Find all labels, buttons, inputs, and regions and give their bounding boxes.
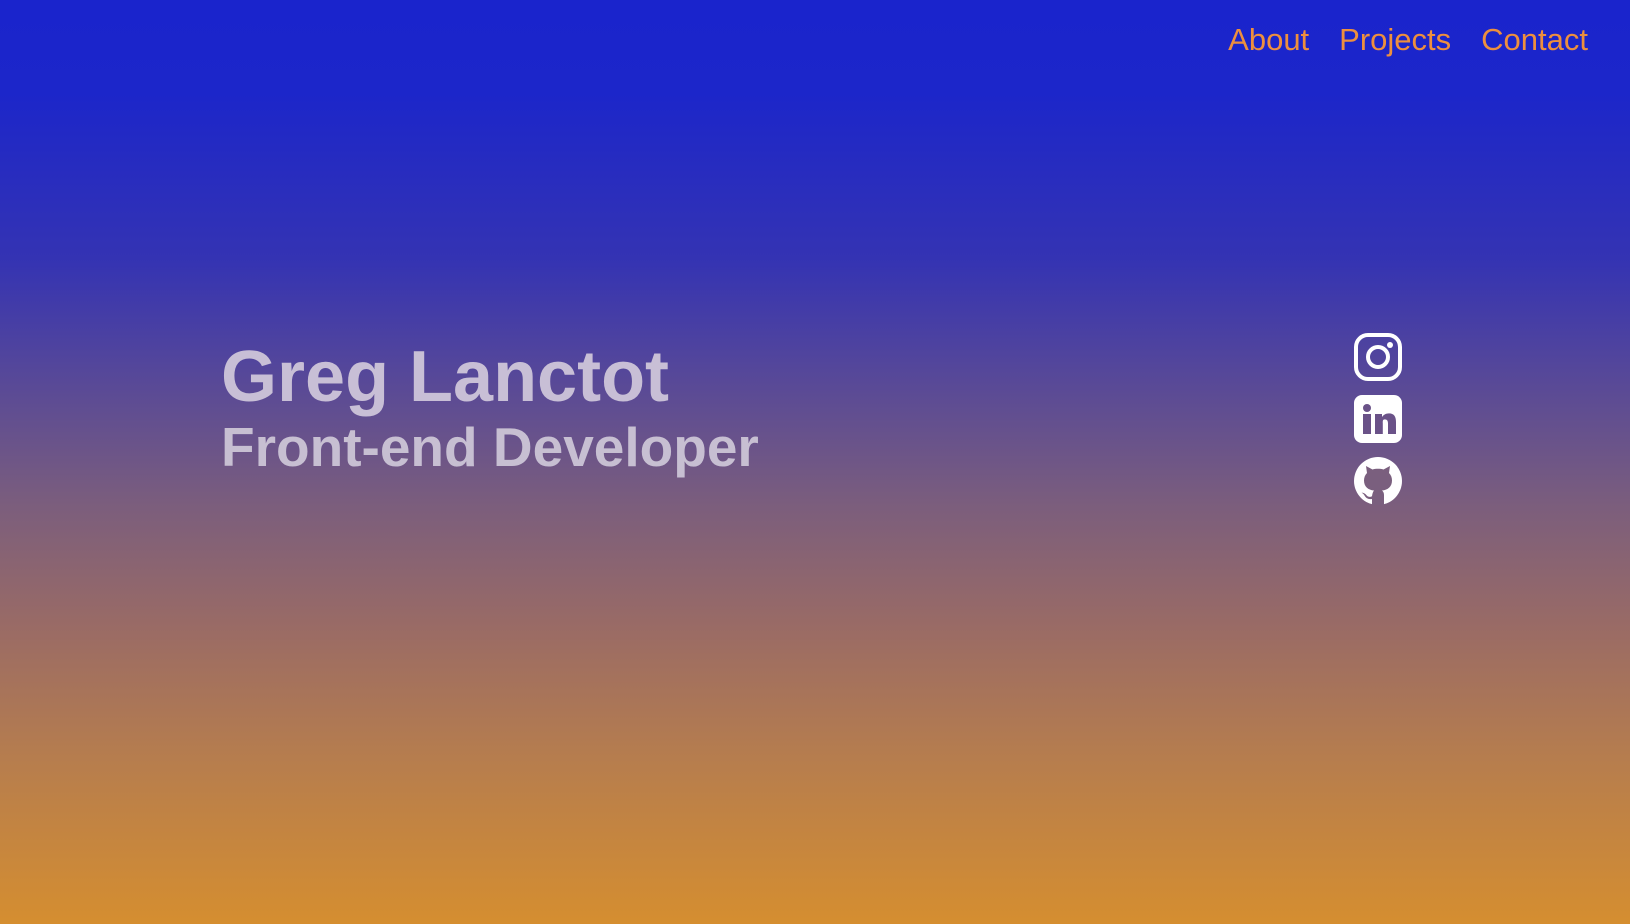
hero-role: Front-end Developer <box>221 416 759 478</box>
linkedin-link[interactable] <box>1353 394 1403 444</box>
hero-section: Greg Lanctot Front-end Developer <box>221 340 759 476</box>
instagram-icon <box>1354 333 1402 381</box>
social-links <box>1353 332 1403 506</box>
nav-link-projects[interactable]: Projects <box>1339 24 1451 55</box>
nav-link-about[interactable]: About <box>1228 24 1309 55</box>
main-nav: About Projects Contact <box>1228 24 1588 55</box>
github-link[interactable] <box>1353 456 1403 506</box>
github-icon <box>1354 457 1402 505</box>
instagram-link[interactable] <box>1353 332 1403 382</box>
hero-name: Greg Lanctot <box>221 337 670 417</box>
nav-link-contact[interactable]: Contact <box>1481 24 1588 55</box>
linkedin-icon <box>1354 395 1402 443</box>
